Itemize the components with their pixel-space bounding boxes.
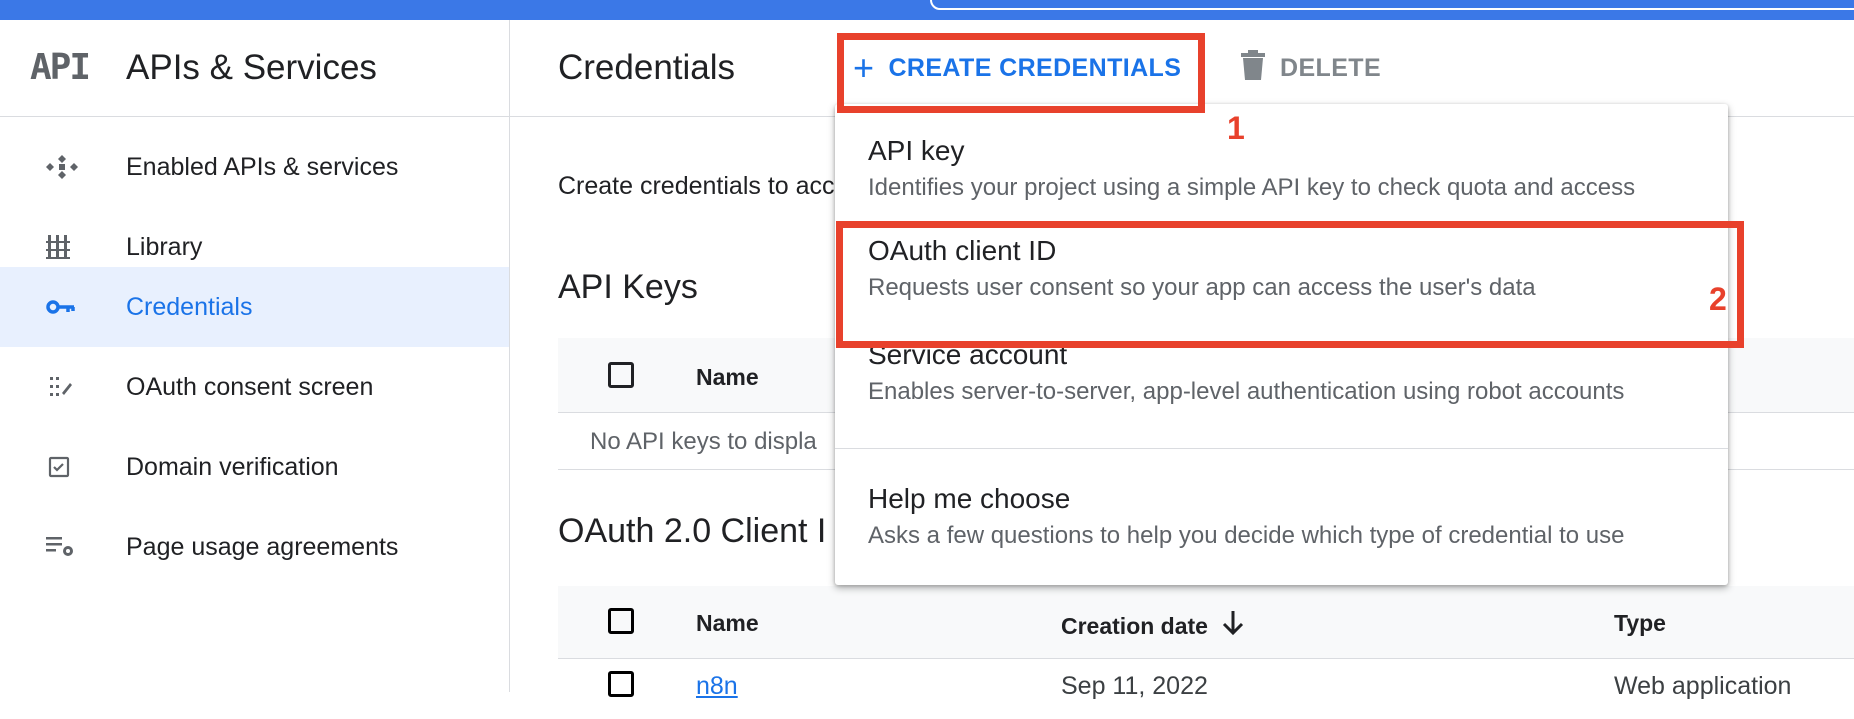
menu-item-api-key[interactable]: API key Identifies your project using a … (835, 126, 1728, 216)
top-search-bar[interactable] (930, 0, 1854, 10)
settings-list-icon (44, 533, 80, 561)
page-title: Credentials (558, 48, 736, 87)
annotation-box-step-2 (836, 221, 1744, 348)
sidebar: API APIs & Services Enabled APIs & servi… (0, 20, 510, 692)
menu-item-description: Identifies your project using a simple A… (868, 174, 1636, 201)
trash-icon (1240, 49, 1266, 87)
column-header-type[interactable]: Type (1614, 610, 1666, 637)
select-all-checkbox[interactable] (608, 608, 634, 634)
enabled-apis-icon (44, 153, 80, 181)
sidebar-item-label: Credentials (126, 293, 253, 321)
annotation-number-1: 1 (1227, 110, 1245, 146)
api-logo: API (30, 47, 91, 88)
menu-item-description: Asks a few questions to help you decide … (868, 522, 1625, 549)
sidebar-title: APIs & Services (126, 48, 377, 87)
sidebar-item-label: Domain verification (126, 453, 339, 481)
column-header-creation-date[interactable]: Creation date (1061, 610, 1244, 642)
oauth-clients-heading: OAuth 2.0 Client I (558, 512, 827, 550)
oauth-table-header: Name Creation date Type (558, 586, 1854, 659)
key-icon (44, 293, 80, 321)
library-icon (44, 233, 80, 261)
annotation-box-step-1 (837, 33, 1205, 113)
sidebar-item-label: OAuth consent screen (126, 373, 374, 401)
column-header-name[interactable]: Name (696, 610, 759, 637)
column-header-name[interactable]: Name (696, 364, 759, 391)
sidebar-item-credentials[interactable]: Credentials (0, 267, 509, 347)
row-checkbox[interactable] (608, 671, 634, 697)
menu-item-title: Help me choose (868, 483, 1071, 514)
intro-text: Create credentials to acc (558, 172, 835, 200)
arrow-down-icon (1222, 610, 1244, 642)
menu-divider (835, 448, 1728, 449)
delete-button[interactable]: DELETE (1240, 46, 1381, 90)
select-all-checkbox[interactable] (608, 362, 634, 388)
sidebar-item-page-usage[interactable]: Page usage agreements (0, 507, 509, 587)
client-name-link[interactable]: n8n (696, 672, 738, 701)
domain-verification-icon (44, 453, 80, 481)
menu-item-title: API key (868, 135, 965, 166)
sidebar-item-enabled-apis[interactable]: Enabled APIs & services (0, 127, 509, 207)
type-cell: Web application (1614, 672, 1792, 700)
sidebar-header: API APIs & Services (0, 20, 509, 117)
api-keys-heading: API Keys (558, 268, 698, 306)
table-row: n8n Sep 11, 2022 Web application (558, 659, 1854, 719)
sidebar-item-label: Library (126, 233, 203, 261)
consent-screen-icon (44, 373, 80, 401)
sidebar-item-label: Page usage agreements (126, 533, 399, 561)
menu-item-help-me-choose[interactable]: Help me choose Asks a few questions to h… (835, 464, 1728, 564)
sidebar-item-oauth-consent[interactable]: OAuth consent screen (0, 347, 509, 427)
annotation-number-2: 2 (1709, 281, 1727, 317)
sidebar-item-domain-verification[interactable]: Domain verification (0, 427, 509, 507)
sidebar-item-label: Enabled APIs & services (126, 153, 399, 181)
menu-item-description: Enables server-to-server, app-level auth… (868, 378, 1625, 405)
empty-state-text: No API keys to displa (590, 428, 817, 455)
delete-label: DELETE (1280, 53, 1382, 82)
column-header-label: Creation date (1061, 612, 1208, 639)
creation-date-cell: Sep 11, 2022 (1061, 672, 1208, 700)
